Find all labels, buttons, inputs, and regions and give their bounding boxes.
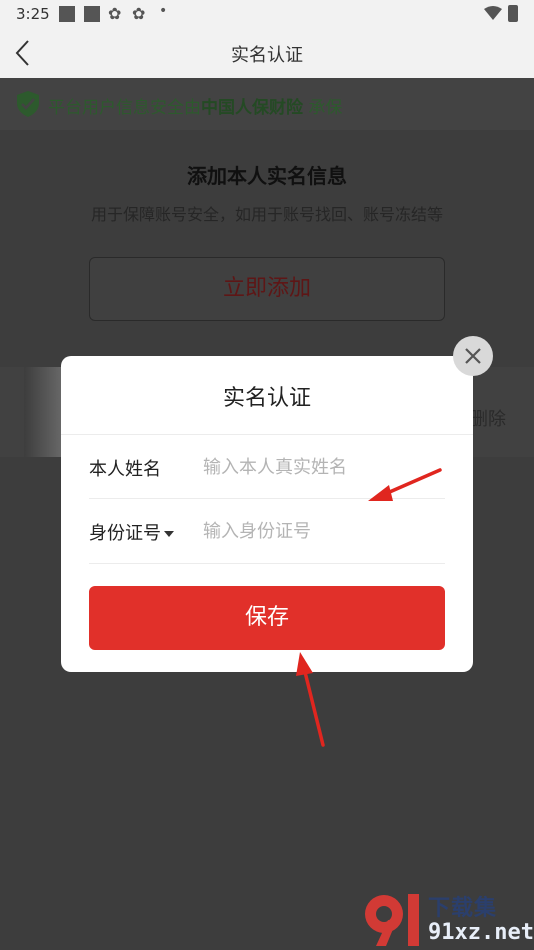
banner-text-prefix: 平台用户信息安全由	[48, 98, 201, 118]
battery-icon	[508, 5, 518, 22]
watermark-url: 91xz.net	[428, 920, 534, 945]
name-input[interactable]	[203, 452, 443, 482]
add-info-subtitle: 用于保障账号安全，如用于账号找回、账号冻结等	[90, 205, 443, 224]
page-title: 实名认证	[231, 45, 303, 66]
dialog-title: 实名认证	[222, 386, 311, 411]
status-bar: 3:25 ✿ ✿ •	[0, 0, 534, 28]
insurance-banner: 平台用户信息安全由中国人保财险 承保	[0, 78, 534, 130]
close-icon	[465, 348, 481, 364]
banner-text-suffix: 承保	[308, 98, 343, 118]
real-name-dialog: 实名认证 本人姓名 身份证号 保存	[61, 356, 473, 672]
nav-bar: 实名认证	[0, 28, 534, 78]
caret-down-icon	[164, 531, 174, 537]
add-info-title: 添加本人实名信息	[187, 164, 347, 188]
id-type-selector[interactable]: 身份证号	[89, 519, 174, 545]
id-divider	[89, 563, 445, 564]
dialog-divider	[61, 434, 473, 435]
notification-square-icon	[84, 6, 100, 22]
banner-text: 平台用户信息安全由中国人保财险 承保	[48, 93, 342, 118]
save-button[interactable]: 保存	[89, 586, 445, 650]
watermark-cn: 下载集	[428, 896, 498, 921]
name-divider	[89, 498, 445, 499]
shield-check-icon	[17, 91, 39, 117]
list-item-shadow	[24, 367, 64, 457]
wifi-icon	[484, 6, 502, 20]
notification-square-icon	[59, 6, 75, 22]
watermark-logo-icon	[365, 894, 419, 946]
close-dialog-button[interactable]	[453, 336, 493, 376]
watermark: 下载集 91xz.net	[362, 886, 534, 950]
notification-app-icon: ✿	[108, 4, 122, 23]
status-time: 3:25	[16, 5, 50, 23]
delete-button[interactable]: 删除	[470, 405, 506, 431]
banner-brand: 中国人保财险	[201, 98, 303, 118]
name-label: 本人姓名	[89, 459, 161, 480]
add-now-button[interactable]: 立即添加	[89, 257, 445, 321]
id-number-input[interactable]	[203, 516, 443, 546]
more-notifications-dot-icon: •	[159, 3, 168, 19]
id-type-label: 身份证号	[89, 523, 161, 544]
notification-app-icon: ✿	[132, 4, 146, 23]
